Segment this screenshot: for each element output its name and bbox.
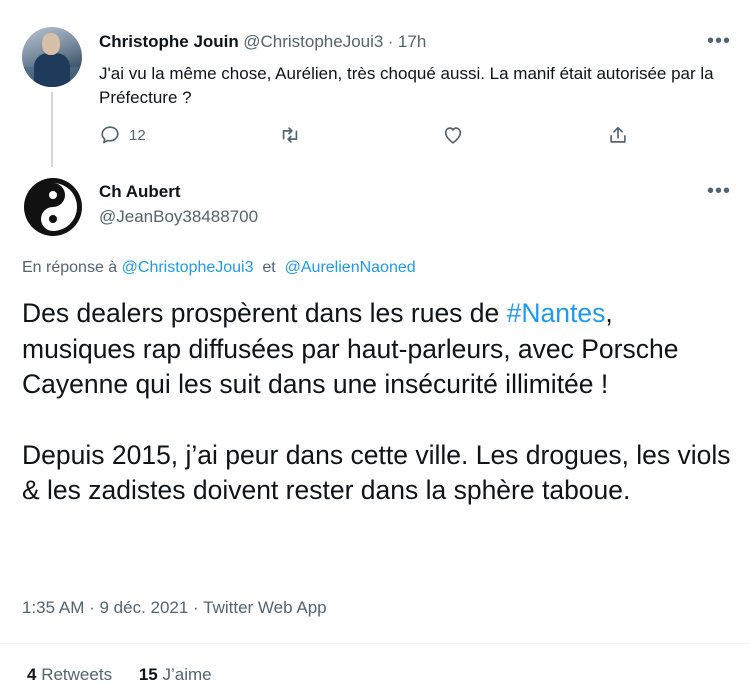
- reply-to-user-link[interactable]: @AurelienNaoned: [285, 259, 416, 276]
- retweet-button[interactable]: [278, 124, 302, 146]
- likes-stat[interactable]: 15 J’aime: [139, 665, 234, 684]
- tweet-paragraph: Depuis 2015, j’ai peur dans cette ville.…: [22, 439, 731, 506]
- more-options-icon[interactable]: •••: [707, 180, 731, 203]
- share-icon: [610, 126, 626, 143]
- heart-icon: [444, 127, 462, 144]
- main-tweet-text: Des dealers prospèrent dans les rues de …: [22, 296, 732, 509]
- more-options-icon[interactable]: •••: [707, 30, 731, 53]
- like-button[interactable]: [442, 124, 464, 146]
- reply-to-prefix: En réponse à: [22, 259, 118, 276]
- avatar-photo-head: [42, 33, 60, 55]
- retweets-label: Retweets: [41, 665, 113, 684]
- author-handle[interactable]: @ChristopheJoui3: [243, 32, 383, 51]
- reply-tweet-header: Christophe Jouin @ChristopheJoui3 · 17h: [99, 32, 426, 52]
- tweet-time[interactable]: 17h: [398, 32, 426, 51]
- hashtag-link[interactable]: #Nantes: [507, 298, 606, 328]
- retweets-stat[interactable]: 4 Retweets: [27, 665, 134, 684]
- reply-count: 12: [129, 126, 146, 144]
- likes-count: 15: [138, 665, 158, 684]
- reply-tweet-text: J'ai vu la même chose, Aurélien, très ch…: [99, 64, 714, 107]
- avatar-ch-aubert[interactable]: [22, 176, 84, 243]
- reply-to-user-link[interactable]: @ChristopheJoui3: [122, 259, 254, 276]
- likes-label: J’aime: [162, 665, 212, 684]
- share-button[interactable]: [607, 124, 629, 146]
- avatar-photo-body: [34, 53, 70, 87]
- retweets-count: 4: [27, 665, 37, 684]
- reply-icon: [101, 126, 119, 144]
- tweet-paragraph: Des dealers prospèrent dans les rues de …: [22, 296, 732, 403]
- engagement-stats: 4 Retweets 15 J’aime: [27, 665, 234, 685]
- yin-yang-avatar-icon: [22, 176, 84, 238]
- author-name[interactable]: Ch Aubert: [99, 182, 181, 201]
- main-tweet-author-name: Ch Aubert: [99, 182, 181, 202]
- time-separator: ·: [387, 32, 394, 51]
- avatar-christophe-jouin[interactable]: [22, 27, 82, 87]
- tweet-text-part: Des dealers prospèrent dans les rues de: [22, 298, 507, 328]
- in-reply-to: En réponse à @ChristopheJoui3 et @Aureli…: [22, 259, 416, 277]
- reply-button[interactable]: 12: [99, 124, 146, 146]
- thread-connector-line: [51, 92, 53, 167]
- reply-to-and: et: [262, 259, 276, 276]
- author-name[interactable]: Christophe Jouin: [99, 32, 239, 51]
- author-handle[interactable]: @JeanBoy38488700: [99, 207, 258, 227]
- tweet-metadata[interactable]: 1:35 AM · 9 déc. 2021 · Twitter Web App: [22, 598, 327, 618]
- divider: [0, 643, 750, 644]
- retweet-icon: [282, 127, 298, 143]
